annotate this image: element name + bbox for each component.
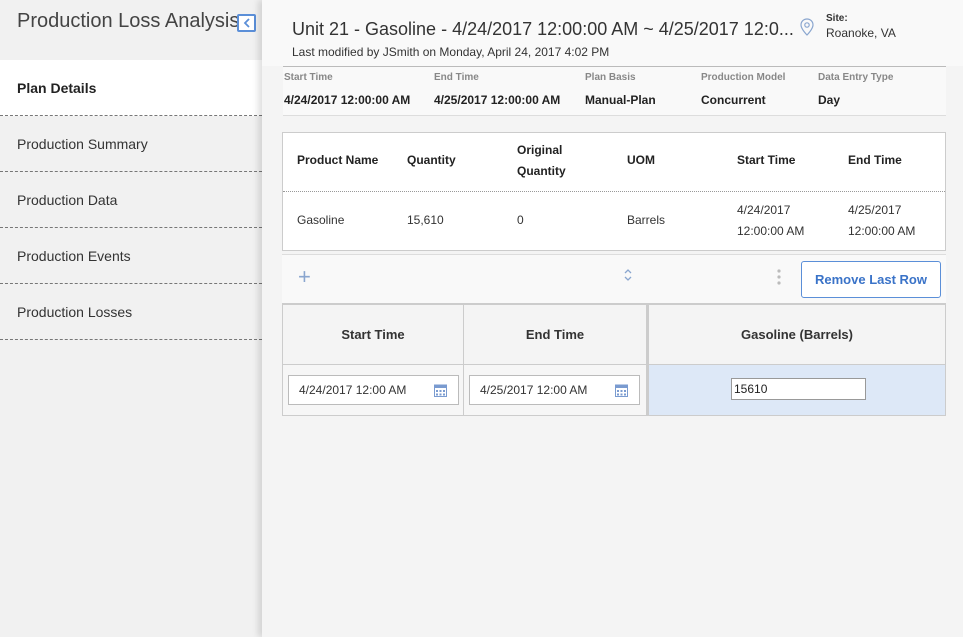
sidebar-item-label: Production Losses [17,303,133,320]
detail-label: Production Model [701,72,786,83]
grid-toolbar: + Remove Last Row [282,254,946,304]
sidebar-item-label: Plan Details [17,79,97,96]
site-value: Roanoke, VA [826,26,896,40]
sidebar-item-production-losses[interactable]: Production Losses [0,284,262,340]
detail-value: 4/24/2017 12:00:00 AM [284,93,411,107]
column-header: End Time [464,304,647,365]
cell-start-time: 12:00:00 AM [737,224,805,238]
end-date-value: 4/25/2017 12:00 AM [480,383,588,397]
sidebar-nav: Plan Details Production Summary Producti… [0,60,262,340]
calendar-icon[interactable] [434,383,447,400]
sidebar-item-production-summary[interactable]: Production Summary [0,116,262,172]
table-header: Product Name Quantity Original Quantity … [283,133,945,192]
sort-icon[interactable] [623,268,633,285]
detail-label: Data Entry Type [818,72,894,83]
plan-title: Unit 21 - Gasoline - 4/24/2017 12:00:00 … [292,19,794,39]
column-header: Original Quantity [517,143,566,178]
product-table: Product Name Quantity Original Quantity … [282,132,946,251]
detail-plan-basis: Plan Basis Manual-Plan [585,67,656,107]
sidebar-item-label: Production Data [17,191,118,208]
plus-icon: + [298,264,311,289]
column-header: Quantity [407,153,456,167]
detail-label: Plan Basis [585,72,636,83]
cell-start-date: 4/24/2017 [737,203,791,217]
gasoline-quantity-input[interactable] [731,378,866,400]
chevron-left-icon [243,16,251,31]
sidebar-item-label: Production Summary [17,135,148,152]
detail-value: 4/25/2017 12:00:00 AM [434,93,561,107]
start-date-value: 4/24/2017 12:00 AM [299,383,407,397]
more-options-icon[interactable] [777,269,781,288]
app-title: Production Loss Analysis [17,10,240,32]
sidebar: Production Loss Analysis Plan Details Pr… [0,0,262,637]
detail-end-time: End Time 4/25/2017 12:00:00 AM [434,67,560,107]
sidebar-item-plan-details[interactable]: Plan Details [0,60,262,116]
detail-data-entry-type: Data Entry Type Day [818,67,893,107]
plan-details-bar: Start Time 4/24/2017 12:00:00 AM End Tim… [283,66,946,116]
cell-end-date: 4/25/2017 [848,203,902,217]
detail-value: Manual-Plan [585,93,656,107]
column-header: Gasoline (Barrels) [647,304,946,365]
start-date-input[interactable]: 4/24/2017 12:00 AM [288,375,459,405]
sidebar-item-production-data[interactable]: Production Data [0,172,262,228]
column-header: Start Time [282,304,464,365]
grid-cell-gasoline [647,365,946,416]
column-header: Start Time [737,153,796,167]
plan-header: Unit 21 - Gasoline - 4/24/2017 12:00:00 … [262,0,963,66]
site-label: Site: [826,13,848,24]
detail-label: End Time [434,72,479,83]
grid-cell-end: 4/25/2017 12:00 AM [464,365,647,416]
detail-value: Day [818,93,841,107]
table-row[interactable]: Gasoline 15,610 0 Barrels 4/24/2017 12:0… [283,192,945,250]
last-modified: Last modified by JSmith on Monday, April… [292,45,610,59]
cell-quantity: 15,610 [407,213,444,227]
entry-grid: Start Time End Time Gasoline (Barrels) 4… [282,304,946,416]
cell-product: Gasoline [297,213,345,227]
grid-cell-start: 4/24/2017 12:00 AM [282,365,464,416]
column-header: End Time [848,153,902,167]
column-header: Product Name [297,153,379,167]
cell-end-time: 12:00:00 AM [848,224,916,238]
sidebar-item-label: Production Events [17,247,131,264]
main-panel: Unit 21 - Gasoline - 4/24/2017 12:00:00 … [262,0,963,637]
detail-value: Concurrent [701,93,766,107]
cell-original-quantity: 0 [517,213,524,227]
add-row-button[interactable]: + [298,264,311,289]
location-pin-icon [800,18,814,39]
detail-start-time: Start Time 4/24/2017 12:00:00 AM [284,67,410,107]
calendar-icon[interactable] [615,383,628,400]
sidebar-item-production-events[interactable]: Production Events [0,228,262,284]
column-header: UOM [627,153,655,167]
remove-last-row-button[interactable]: Remove Last Row [801,261,941,298]
detail-production-model: Production Model Concurrent [701,67,785,107]
cell-uom: Barrels [627,213,666,227]
end-date-input[interactable]: 4/25/2017 12:00 AM [469,375,640,405]
collapse-sidebar-button[interactable] [237,14,256,32]
detail-label: Start Time [284,72,333,83]
